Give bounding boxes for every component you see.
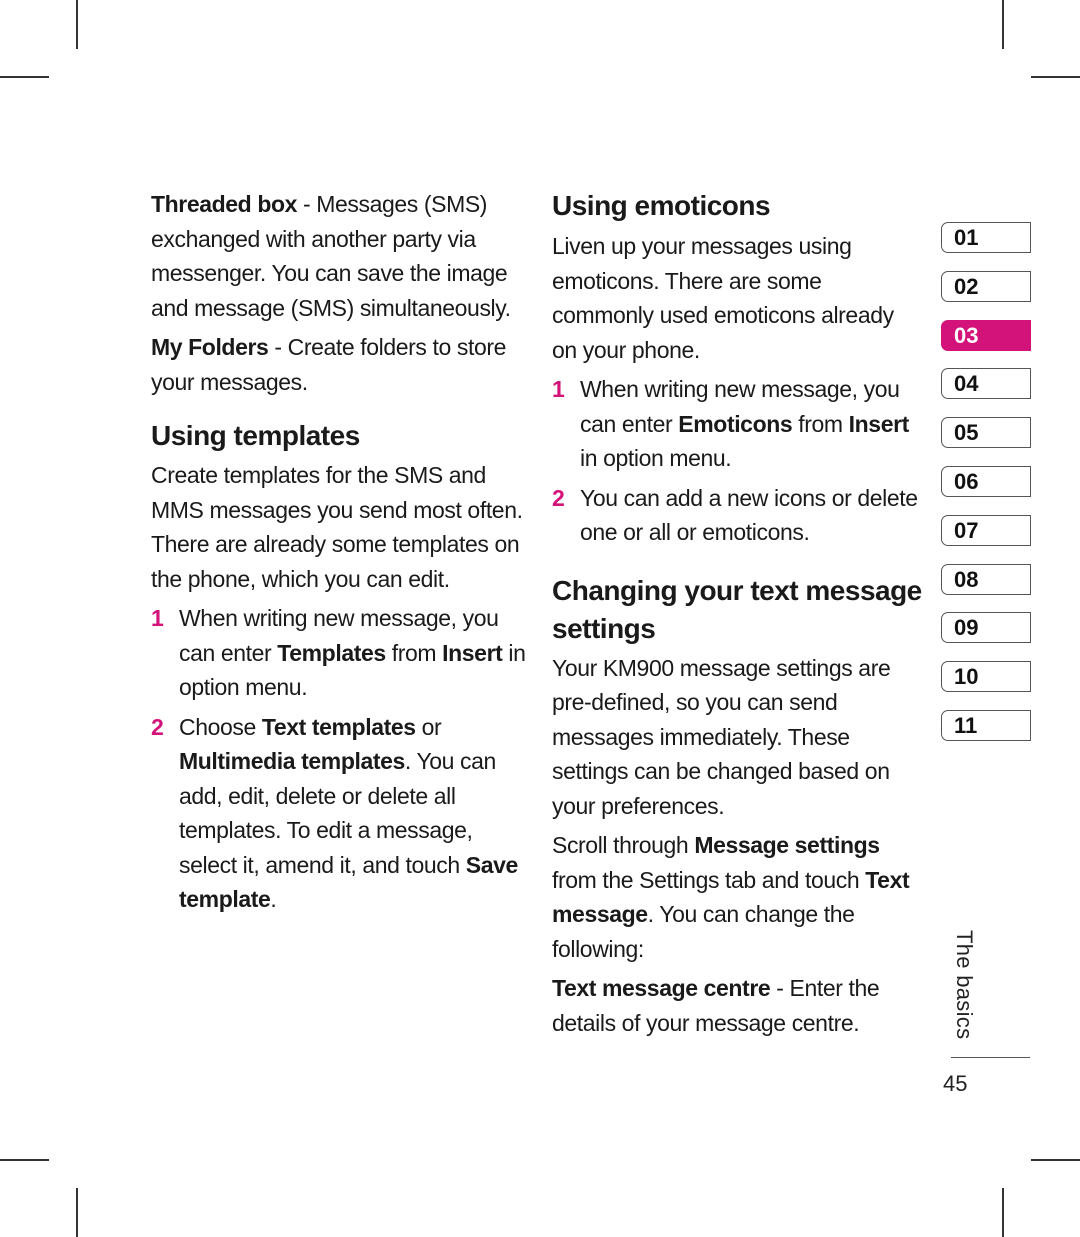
chapter-tab-06[interactable]: 06 — [941, 465, 1031, 497]
threaded-box-term: Threaded box — [151, 191, 298, 217]
emoticons-step-1: 1 When writing new message, you can ente… — [552, 372, 922, 476]
crop-mark — [76, 0, 78, 49]
step-number: 2 — [552, 484, 565, 511]
footer-rule — [951, 1057, 1030, 1058]
text: Choose — [179, 713, 262, 740]
chapter-tab-01[interactable]: 01 — [941, 222, 1031, 253]
my-folders-paragraph: My Folders - Create folders to store you… — [151, 330, 526, 399]
text: . — [270, 886, 277, 912]
crop-mark — [1002, 0, 1004, 49]
step-text: You can add a new icons or delete one or… — [580, 484, 918, 546]
text: in option menu. — [580, 445, 732, 471]
step-text: When writing new message, you can enter … — [580, 372, 922, 476]
text: from the Settings tab and touch — [552, 866, 866, 893]
page-number: 45 — [943, 1071, 968, 1096]
crop-mark — [0, 1159, 49, 1161]
threaded-box-paragraph: Threaded box - Messages (SMS) exchanged … — [151, 187, 526, 325]
chapter-tab-09[interactable]: 09 — [941, 612, 1031, 644]
crop-mark — [1002, 1188, 1004, 1237]
step-number: 1 — [552, 376, 565, 402]
chapter-tabs: 01 02 03 04 05 06 07 08 09 10 11 — [941, 222, 1031, 759]
text: from — [792, 410, 849, 437]
bold-term: Templates — [277, 639, 386, 666]
chapter-tab-03-active[interactable]: 03 — [941, 319, 1031, 351]
my-folders-term: My Folders — [151, 334, 269, 360]
crop-mark — [76, 1188, 78, 1237]
text: or — [415, 713, 442, 740]
step-text: Choose Text templates or Multimedia temp… — [179, 710, 526, 917]
step-text: When writing new message, you can enter … — [179, 601, 526, 705]
right-column: Using emoticons Liven up your messages u… — [552, 187, 922, 1045]
settings-heading: Changing your text message settings — [552, 574, 922, 644]
step-number: 1 — [151, 605, 164, 631]
section-label: The basics — [952, 930, 977, 1040]
bold-term: Insert — [848, 410, 910, 437]
chapter-tab-08[interactable]: 08 — [941, 563, 1031, 595]
bold-term: Insert — [442, 639, 503, 666]
emoticons-intro: Liven up your messages using emoticons. … — [552, 233, 894, 363]
bold-term: Text templates — [261, 713, 416, 740]
chapter-tab-11[interactable]: 11 — [941, 709, 1031, 741]
step-number: 2 — [151, 713, 164, 740]
left-column: Threaded box - Messages (SMS) exchanged … — [151, 187, 526, 922]
scroll-paragraph: Scroll through Message settings from the… — [552, 828, 922, 966]
templates-step-2: 2 Choose Text templates or Multimedia te… — [151, 710, 526, 917]
crop-mark — [1031, 76, 1080, 78]
bold-term: Message settings — [694, 832, 880, 858]
settings-intro: Your KM900 message settings are pre-defi… — [552, 654, 891, 819]
crop-mark — [0, 76, 49, 78]
templates-intro: Create templates for the SMS and MMS mes… — [151, 462, 523, 592]
using-templates-heading: Using templates — [151, 420, 360, 451]
emoticons-step-2: 2 You can add a new icons or delete one … — [552, 481, 922, 550]
crop-mark — [1031, 1159, 1080, 1161]
chapter-tab-02[interactable]: 02 — [941, 270, 1031, 302]
chapter-tab-04[interactable]: 04 — [941, 368, 1031, 400]
chapter-tab-05[interactable]: 05 — [941, 417, 1031, 449]
text: Scroll through — [552, 832, 695, 858]
bold-term: Text message centre — [552, 975, 771, 1001]
bold-term: Multimedia templates — [179, 748, 405, 774]
templates-step-1: 1 When writing new message, you can ente… — [151, 601, 526, 705]
bold-term: Emoticons — [678, 410, 793, 437]
text: from — [385, 639, 443, 666]
text-message-centre-paragraph: Text message centre - Enter the details … — [552, 971, 922, 1040]
chapter-tab-07[interactable]: 07 — [941, 514, 1031, 546]
using-emoticons-heading: Using emoticons — [552, 190, 771, 221]
chapter-tab-10[interactable]: 10 — [941, 661, 1031, 693]
